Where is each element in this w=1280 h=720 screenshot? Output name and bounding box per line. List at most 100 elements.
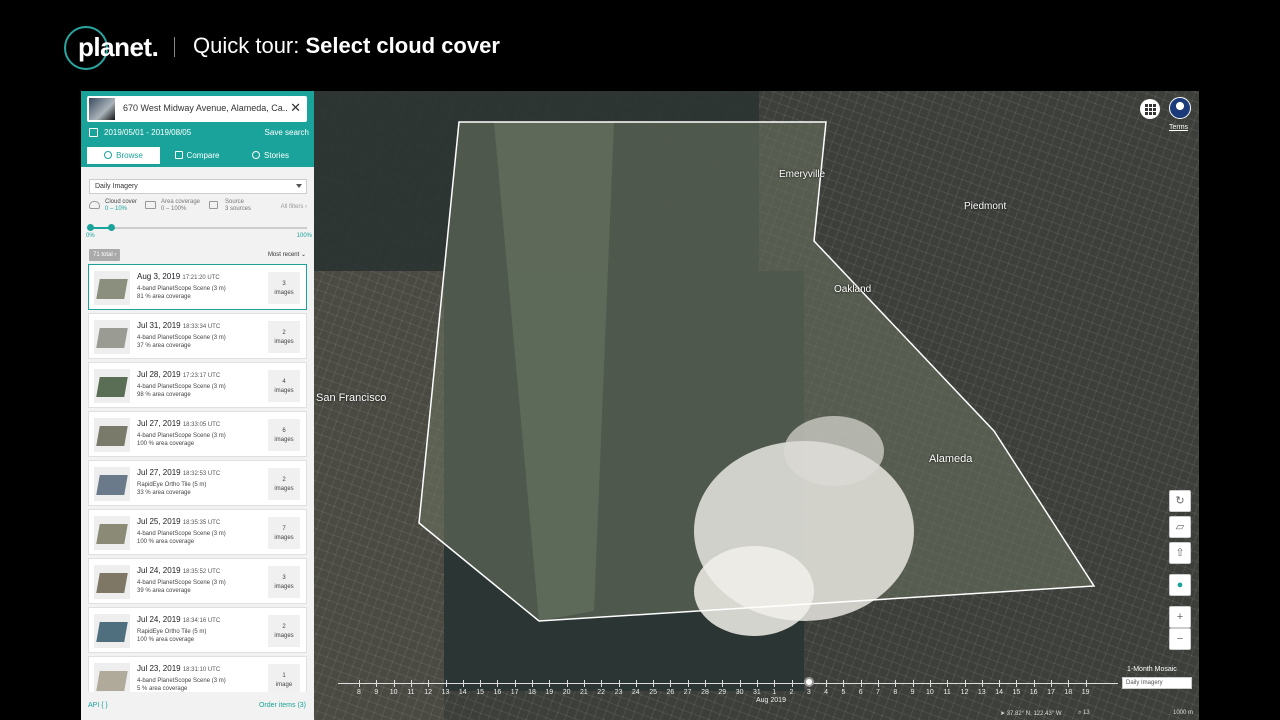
timeline-tick	[393, 680, 395, 687]
timeline-month-label: Aug 2019	[756, 697, 786, 704]
result-card[interactable]: Jul 24, 2019 18:34:16 UTC RapidEye Ortho …	[88, 607, 307, 653]
image-count[interactable]: 3 images	[268, 272, 300, 304]
scene-overlay	[418, 121, 1096, 636]
image-count[interactable]: 2 images	[268, 468, 300, 500]
image-count[interactable]: 2 images	[268, 321, 300, 353]
image-count[interactable]: 2 images	[268, 615, 300, 647]
planet-logo: planet.	[64, 26, 159, 70]
image-count[interactable]: 7 images	[268, 517, 300, 549]
sidebar: 670 West Midway Avenue, Alameda, Ca... ✕…	[81, 91, 314, 720]
timeline-tick	[445, 680, 447, 687]
zoom-in-button[interactable]: +	[1169, 606, 1191, 628]
timeline-tick	[929, 680, 931, 687]
image-count[interactable]: 1 image	[268, 664, 300, 692]
slider-max-handle[interactable]	[107, 224, 115, 231]
tab-browse[interactable]: Browse	[87, 147, 160, 164]
tab-compare[interactable]: Compare	[160, 147, 234, 164]
result-coverage: 100 % area coverage	[137, 539, 195, 545]
terms-link[interactable]: Terms	[1169, 124, 1188, 131]
scene-thumbnail	[94, 467, 130, 501]
timeline-tick	[722, 680, 724, 687]
filter-row: Cloud cover 0 – 10% Area coverage 0 – 100%…	[87, 199, 309, 219]
result-type: 4-band PlanetScope Scene (3 m)	[137, 678, 226, 684]
results-total[interactable]: 71 total ›	[89, 249, 121, 261]
timeline-tick	[410, 680, 412, 687]
upload-icon[interactable]: ⇧	[1169, 542, 1191, 564]
api-link[interactable]: API { }	[88, 702, 108, 709]
compare-icon	[174, 151, 183, 159]
slider-min-label: 0%	[86, 233, 95, 239]
timeline-tick	[462, 680, 464, 687]
timeline-handle[interactable]	[803, 677, 814, 687]
result-card[interactable]: Jul 27, 2019 18:32:53 UTC RapidEye Ortho …	[88, 460, 307, 506]
order-items-button[interactable]: Order items (3)	[259, 702, 306, 709]
timeline-tick	[826, 680, 828, 687]
header-divider	[174, 37, 175, 57]
mosaic-label[interactable]: 1-Month Mosaic	[1127, 666, 1177, 673]
result-card[interactable]: Jul 25, 2019 18:35:35 UTC 4-band PlanetSc…	[88, 509, 307, 555]
user-avatar[interactable]	[1169, 97, 1191, 119]
scene-thumbnail	[94, 369, 130, 403]
result-card[interactable]: Jul 23, 2019 18:31:10 UTC 4-band PlanetSc…	[88, 656, 307, 692]
imagery-mode-box[interactable]: Daily Imagery	[1122, 677, 1192, 689]
imagery-type-select[interactable]: Daily Imagery	[89, 179, 307, 194]
calendar-icon[interactable]	[89, 128, 98, 137]
slider-max-label: 100%	[296, 233, 312, 239]
cloud-cover-slider[interactable]	[87, 223, 307, 235]
result-type: RapidEye Ortho Tile (5 m)	[137, 629, 207, 635]
close-icon[interactable]: ✕	[290, 100, 301, 116]
result-card[interactable]: Aug 3, 2019 17:21:20 UTC 4-band PlanetSco…	[88, 264, 307, 310]
image-count[interactable]: 6 images	[268, 419, 300, 451]
timeline-tick	[1051, 680, 1052, 687]
timeline-tick	[532, 680, 533, 687]
timeline-tick	[549, 680, 551, 687]
scene-thumbnail	[94, 565, 130, 599]
result-type: RapidEye Ortho Tile (5 m)	[137, 482, 207, 488]
timeline-tick	[566, 680, 568, 687]
zoom-out-button[interactable]: −	[1169, 628, 1191, 650]
timeline-tick	[1016, 680, 1018, 687]
result-type: 4-band PlanetScope Scene (3 m)	[137, 286, 226, 292]
result-card[interactable]: Jul 24, 2019 18:35:52 UTC 4-band PlanetSc…	[88, 558, 307, 604]
map-label-piedmont: Piedmont	[964, 201, 1007, 212]
result-coverage: 100 % area coverage	[137, 441, 195, 447]
result-type: 4-band PlanetScope Scene (3 m)	[137, 580, 226, 586]
date-range[interactable]: 2019/05/01 - 2019/08/05	[104, 128, 191, 137]
result-type: 4-band PlanetScope Scene (3 m)	[137, 384, 226, 390]
tab-stories[interactable]: Stories	[234, 147, 307, 164]
result-card[interactable]: Jul 27, 2019 18:33:05 UTC 4-band PlanetSc…	[88, 411, 307, 457]
apps-grid-icon[interactable]	[1140, 99, 1160, 119]
result-coverage: 5 % area coverage	[137, 686, 188, 692]
slider-min-handle[interactable]	[87, 224, 94, 231]
search-input[interactable]: 670 West Midway Avenue, Alameda, Ca...	[123, 103, 288, 113]
timeline-day-label[interactable]: 19	[1076, 689, 1096, 696]
chevron-down-icon	[296, 184, 302, 188]
timeline-tick	[480, 680, 482, 687]
save-search-button[interactable]: Save search	[265, 128, 309, 137]
reset-view-icon[interactable]: ↻	[1169, 490, 1191, 512]
timeline-tick	[687, 680, 689, 687]
result-date: Jul 27, 2019 18:33:05 UTC	[137, 419, 221, 428]
map-view[interactable]: Emeryville Piedmont Oakland San Francisc…	[314, 91, 1199, 720]
location-search[interactable]: 670 West Midway Avenue, Alameda, Ca... ✕	[87, 96, 307, 122]
location-pin-icon[interactable]: ●	[1169, 574, 1191, 596]
timeline[interactable]: Aug 2019 8 9 10 11 12 13 14 15 16 17 18 19 20 21 22 23 2…	[338, 673, 1118, 713]
all-filters-button[interactable]: All filters ›	[281, 204, 307, 210]
scene-thumbnail	[94, 320, 130, 354]
result-card[interactable]: Jul 31, 2019 18:33:34 UTC 4-band PlanetSc…	[88, 313, 307, 359]
coordinates-readout: ➤ 37.82° N, 122.43° W	[1000, 711, 1062, 717]
result-date: Jul 23, 2019 18:31:10 UTC	[137, 664, 221, 673]
image-count[interactable]: 4 images	[268, 370, 300, 402]
timeline-tick	[1085, 680, 1087, 687]
image-count[interactable]: 3 images	[268, 566, 300, 598]
area-icon	[145, 201, 156, 209]
result-date: Jul 25, 2019 18:35:35 UTC	[137, 517, 221, 526]
timeline-tick	[947, 680, 949, 687]
scene-thumbnail	[94, 516, 130, 550]
location-thumbnail	[89, 98, 115, 120]
ruler-icon[interactable]: ▱	[1169, 516, 1191, 538]
zoom-readout: ⌕ 13	[1078, 710, 1090, 716]
result-coverage: 100 % area coverage	[137, 637, 195, 643]
result-card[interactable]: Jul 28, 2019 17:23:17 UTC 4-band PlanetSc…	[88, 362, 307, 408]
sort-select[interactable]: Most recent ⌄	[268, 251, 306, 258]
